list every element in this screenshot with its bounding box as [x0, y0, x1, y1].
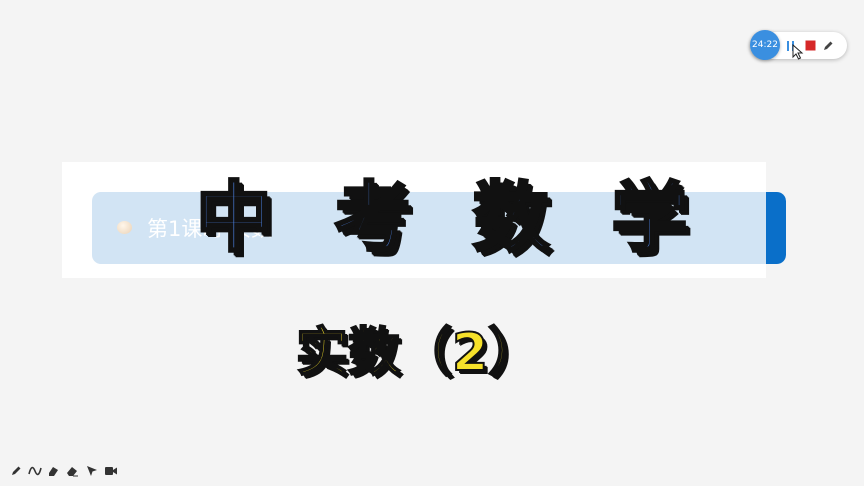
stop-button[interactable]	[802, 37, 818, 54]
annotate-button[interactable]	[820, 37, 836, 54]
pointer-tool-button[interactable]	[82, 463, 101, 479]
annotation-toolbar	[6, 463, 120, 479]
camera-icon	[104, 467, 117, 475]
camera-tool-button[interactable]	[101, 463, 120, 479]
bullet-dot-icon	[117, 221, 132, 234]
recording-timer[interactable]: 24:22	[750, 30, 780, 60]
headline-title: 中 考 数 学	[195, 172, 706, 264]
pen-tool-button[interactable]	[6, 463, 25, 479]
pointer-icon	[86, 466, 97, 476]
highlighter-icon	[49, 467, 58, 476]
mouse-cursor-icon	[792, 44, 804, 60]
subtitle-title: 实数（2）	[295, 322, 541, 384]
banner-accent-bar	[766, 192, 786, 264]
curve-icon	[27, 466, 42, 476]
stop-icon	[805, 40, 815, 51]
eraser-tool-button[interactable]	[63, 463, 82, 479]
curve-tool-button[interactable]	[25, 463, 44, 479]
eraser-icon	[67, 467, 78, 477]
pen-icon	[824, 41, 833, 50]
pen-icon	[11, 466, 20, 475]
highlighter-tool-button[interactable]	[44, 463, 63, 479]
